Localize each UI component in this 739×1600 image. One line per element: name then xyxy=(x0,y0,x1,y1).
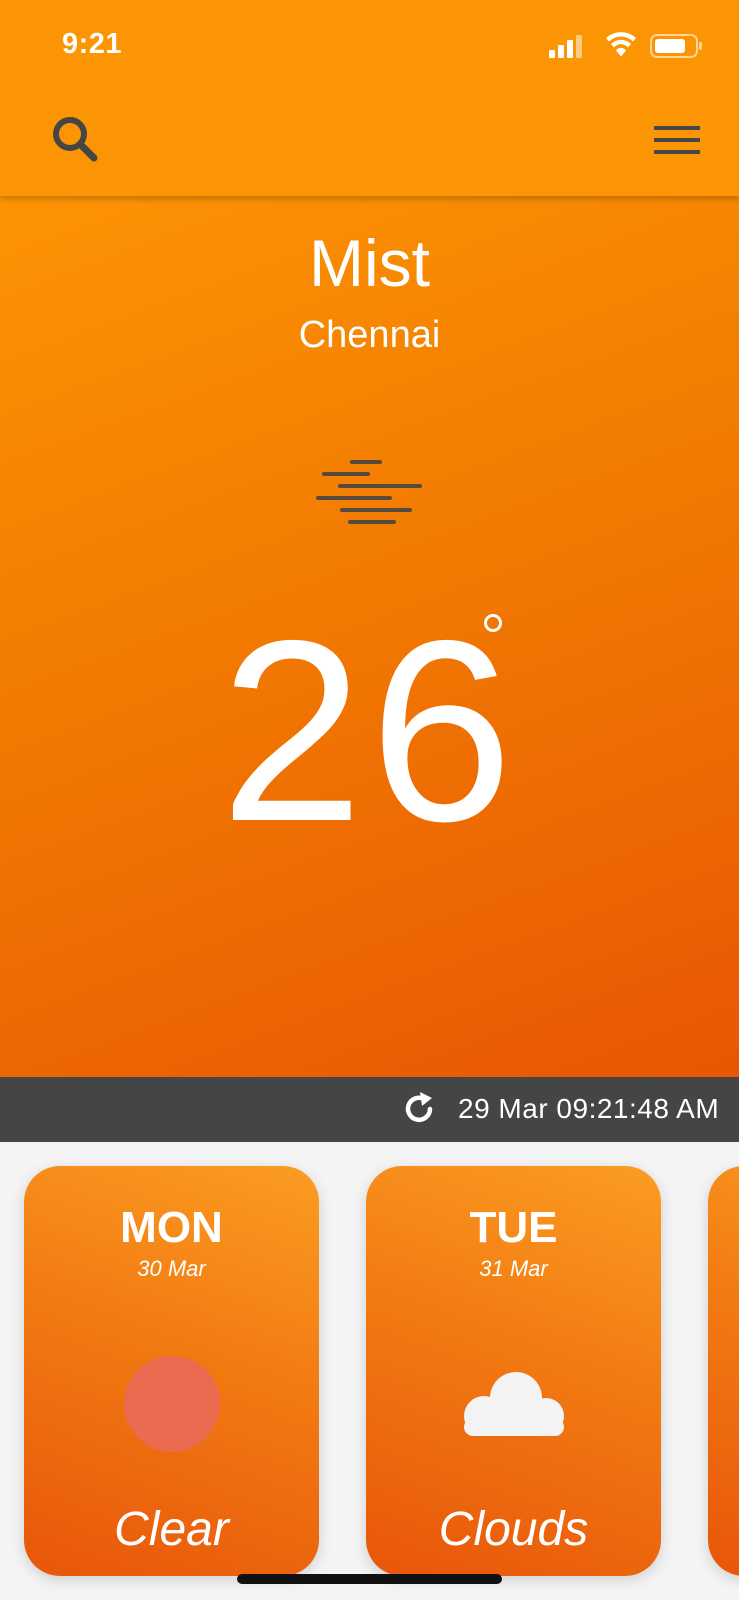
sun-icon xyxy=(124,1356,220,1452)
last-updated-time: 29 Mar 09:21:48 AM xyxy=(458,1093,720,1124)
search-button[interactable] xyxy=(48,112,104,168)
status-time: 9:21 xyxy=(62,28,123,60)
forecast-card-mon[interactable]: MON 30 Mar Clear xyxy=(24,1166,319,1576)
forecast-card-partial[interactable] xyxy=(708,1166,739,1576)
cloud-icon xyxy=(454,1366,574,1442)
menu-button[interactable] xyxy=(650,118,706,166)
temperature-value: 26 xyxy=(220,586,519,875)
city-name: Chennai xyxy=(298,314,441,356)
search-icon xyxy=(53,117,98,162)
wifi-icon xyxy=(606,32,636,57)
forecast-date: 31 Mar xyxy=(479,1256,548,1281)
current-condition: Mist xyxy=(309,226,430,300)
refresh-button[interactable] xyxy=(400,1090,438,1128)
forecast-condition: Clear xyxy=(114,1503,229,1556)
hamburger-menu-icon xyxy=(654,126,700,154)
forecast-day: TUE xyxy=(469,1203,558,1252)
home-indicator[interactable] xyxy=(237,1574,502,1584)
forecast-carousel[interactable]: MON 30 Mar Clear TUE 31 Mar Clouds xyxy=(0,1142,739,1600)
signal-icon xyxy=(549,35,582,58)
mist-icon xyxy=(310,452,430,528)
forecast-card-tue[interactable]: TUE 31 Mar Clouds xyxy=(366,1166,661,1576)
temperature-display: 26 xyxy=(0,600,739,860)
forecast-condition: Clouds xyxy=(438,1503,589,1556)
status-icons xyxy=(549,32,709,62)
app-bar: 9:21 xyxy=(0,0,739,196)
degree-symbol xyxy=(484,614,502,632)
battery-icon xyxy=(650,34,702,58)
forecast-date: 30 Mar xyxy=(137,1256,206,1281)
forecast-day: MON xyxy=(120,1203,223,1252)
refresh-icon xyxy=(405,1092,433,1123)
